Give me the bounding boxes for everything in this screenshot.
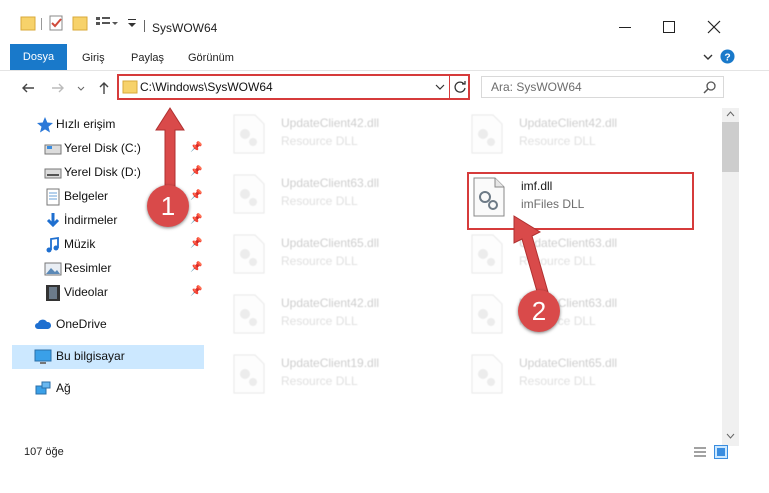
tab-file[interactable]: Dosya — [10, 44, 67, 70]
sidebar-item-label: OneDrive — [56, 317, 107, 331]
ribbon — [0, 44, 769, 71]
pin-icon[interactable]: 📌 — [190, 262, 202, 273]
cloud-icon — [35, 319, 52, 329]
tab-home[interactable]: Giriş — [82, 52, 105, 64]
sidebar-item-label: Ağ — [56, 381, 71, 395]
pin-icon[interactable]: 📌 — [190, 286, 202, 297]
network-icon — [35, 381, 51, 395]
drive-icon — [44, 144, 62, 155]
address-path[interactable]: C:\Windows\SysWOW64 — [140, 80, 273, 94]
tab-view[interactable]: Görünüm — [188, 52, 234, 64]
recent-locations-icon[interactable] — [76, 80, 86, 96]
divider — [41, 18, 42, 30]
chevron-down-icon[interactable] — [126, 14, 138, 32]
file-name: UpdateClient63.dll — [281, 176, 380, 190]
file-description: Resource DLL — [519, 134, 596, 148]
file-name: UpdateClient42.dll — [281, 296, 380, 310]
file-description: Resource DLL — [519, 374, 596, 388]
window-title: SysWOW64 — [152, 21, 218, 35]
sidebar-item-label: Yerel Disk (C:) — [64, 141, 141, 155]
file-description: Resource DLL — [281, 314, 358, 328]
documents-icon — [46, 188, 60, 206]
download-icon — [46, 213, 60, 228]
forward-arrow-icon[interactable] — [50, 80, 66, 96]
scrollbar-thumb[interactable] — [722, 122, 739, 172]
help-icon[interactable]: ? — [720, 49, 735, 64]
file-item[interactable]: UpdateClient65.dll Resource DLL — [231, 232, 441, 280]
sidebar-item-label: Müzik — [64, 237, 96, 251]
dll-file-icon — [233, 234, 265, 274]
music-icon — [46, 236, 59, 253]
search-icon[interactable] — [703, 80, 717, 94]
file-item[interactable]: UpdateClient63.dll Resource DLL — [231, 172, 441, 220]
properties-icon[interactable] — [48, 14, 64, 32]
scroll-down-icon[interactable] — [726, 432, 735, 440]
maximize-icon[interactable] — [662, 20, 676, 34]
file-item[interactable]: UpdateClient19.dll Resource DLL — [231, 352, 441, 400]
sidebar-item-label: Resimler — [64, 261, 112, 275]
drive-icon — [44, 168, 62, 179]
minimize-icon[interactable] — [618, 20, 632, 34]
sidebar-item-label: Videolar — [64, 285, 108, 299]
star-icon — [37, 117, 53, 133]
dll-file-icon — [233, 294, 265, 334]
computer-icon — [34, 349, 52, 364]
videos-icon — [46, 285, 60, 301]
scroll-up-icon[interactable] — [726, 110, 735, 118]
folder-icon — [122, 80, 138, 94]
details-view-icon[interactable] — [693, 446, 707, 459]
file-item[interactable]: UpdateClient65.dll Resource DLL — [469, 352, 679, 400]
dll-file-icon — [233, 174, 265, 214]
file-description: Resource DLL — [281, 134, 358, 148]
file-name: UpdateClient42.dll — [281, 116, 380, 130]
sidebar-item-label: Hızlı erişim — [56, 117, 116, 131]
large-icons-view-icon[interactable] — [714, 445, 728, 459]
pictures-icon — [44, 262, 62, 276]
chevron-down-icon[interactable] — [702, 51, 714, 63]
file-name: UpdateClient42.dll — [519, 116, 618, 130]
sidebar-item-label: İndirmeler — [64, 213, 118, 227]
step-badge-1: 1 — [147, 185, 189, 227]
file-item[interactable]: UpdateClient42.dll Resource DLL — [469, 112, 679, 160]
pin-icon[interactable]: 📌 — [190, 238, 202, 249]
refresh-icon[interactable] — [453, 80, 467, 94]
file-name: UpdateClient65.dll — [281, 236, 380, 250]
sidebar-item-label: Bu bilgisayar — [56, 349, 125, 363]
dll-file-icon — [471, 354, 503, 394]
item-count: 107 öğe — [24, 446, 64, 458]
file-description: Resource DLL — [281, 374, 358, 388]
back-arrow-icon[interactable] — [20, 80, 36, 96]
file-name: UpdateClient65.dll — [519, 356, 618, 370]
dll-file-icon — [471, 114, 503, 154]
divider — [144, 20, 145, 32]
file-name: UpdateClient19.dll — [281, 356, 380, 370]
dll-file-icon — [233, 354, 265, 394]
new-folder-icon[interactable] — [72, 14, 88, 32]
dll-file-icon — [233, 114, 265, 154]
folder-icon — [20, 16, 36, 31]
file-description: Resource DLL — [281, 194, 358, 208]
close-icon[interactable] — [707, 20, 721, 34]
divider — [449, 76, 450, 98]
file-description: Resource DLL — [281, 254, 358, 268]
customize-quick-access-icon[interactable] — [95, 14, 119, 32]
sidebar-item-label: Belgeler — [64, 189, 109, 203]
sidebar-item-label: Yerel Disk (D:) — [64, 165, 141, 179]
file-item[interactable]: UpdateClient42.dll Resource DLL — [231, 112, 441, 160]
chevron-down-icon[interactable] — [434, 82, 446, 92]
step-badge-2: 2 — [518, 290, 560, 332]
tab-share[interactable]: Paylaş — [131, 52, 164, 64]
svg-text:?: ? — [724, 52, 730, 63]
search-placeholder[interactable]: Ara: SysWOW64 — [491, 80, 582, 94]
pin-icon[interactable]: 📌 — [190, 214, 202, 225]
up-arrow-icon[interactable] — [96, 80, 112, 96]
file-item[interactable]: UpdateClient42.dll Resource DLL — [231, 292, 441, 340]
